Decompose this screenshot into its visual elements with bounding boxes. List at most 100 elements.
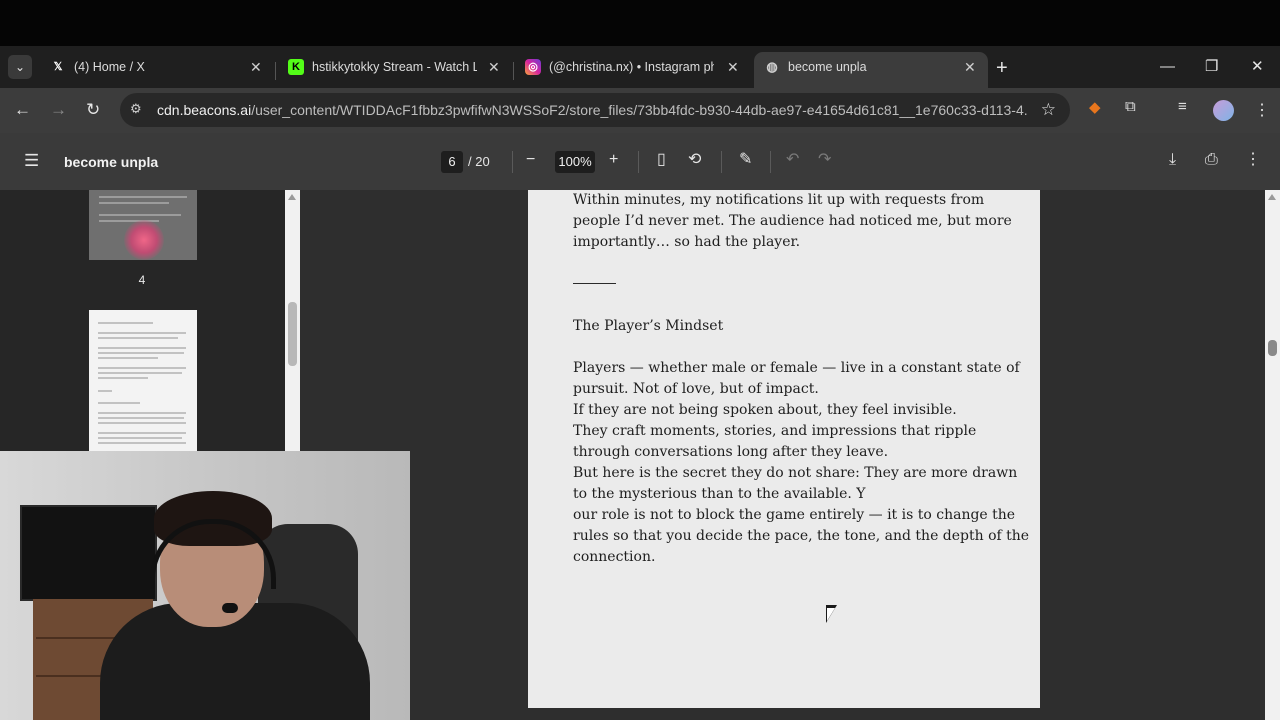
annotate-pen-icon[interactable]: ✎ [739, 150, 752, 170]
microphone-icon [222, 603, 238, 613]
page-text-line: But here is the secret they do not share… [573, 465, 1018, 481]
pdf-toolbar-divider [721, 151, 722, 173]
tab-search-chevron-icon[interactable]: ⌄ [8, 55, 32, 79]
thumbnail-text-line [98, 372, 182, 374]
forward-arrow-icon[interactable]: → [50, 100, 67, 120]
thumbnail-text-line [98, 422, 186, 424]
thumbnail-text-line [98, 322, 153, 324]
page-thumbnail-5[interactable] [89, 310, 197, 451]
thumbnail-text-line [98, 347, 186, 349]
thumbnail-text-line [98, 352, 184, 354]
page-text-line: pursuit. Not of love, but of impact. [573, 381, 819, 397]
rotate-icon[interactable]: ⟲ [688, 150, 701, 170]
page-text-line: importantly… so had the player. [573, 234, 801, 250]
thumbnail-text-line [98, 377, 148, 379]
reload-icon[interactable]: ↻ [86, 100, 100, 120]
address-url[interactable]: cdn.beacons.ai/user_content/WTIDDAcF1fbb… [157, 102, 1027, 118]
tab-x-home[interactable]: 𝕏 (4) Home / X ✕ [40, 52, 270, 88]
minimize-icon[interactable]: — [1160, 58, 1175, 76]
metamask-fox-icon[interactable]: ◆ [1089, 98, 1101, 116]
page-total: / 20 [468, 154, 490, 169]
thumbnail-pink-glow [124, 220, 164, 260]
bookmark-star-icon[interactable]: ☆ [1041, 100, 1056, 120]
kick-logo-icon: K [288, 59, 304, 75]
tab-title: hstikkytokky Stream - Watch Li [312, 60, 477, 74]
profile-avatar[interactable] [1213, 100, 1234, 121]
thumbnail-text-line [98, 417, 184, 419]
close-tab-icon[interactable]: ✕ [964, 52, 976, 82]
close-tab-icon[interactable]: ✕ [727, 52, 739, 82]
webcam-tv [20, 505, 157, 601]
thumbnail-text-line [98, 332, 186, 334]
thumbnail-text-line [98, 402, 140, 404]
thumbnail-page-label: 4 [138, 273, 146, 287]
section-heading: The Player’s Mindset [573, 318, 724, 334]
close-tab-icon[interactable]: ✕ [250, 52, 262, 82]
section-divider [573, 283, 616, 284]
tab-strip: ⌄ 𝕏 (4) Home / X ✕ K hstikkytokky Stream… [0, 46, 1280, 88]
pdf-toolbar-divider [770, 151, 771, 173]
tab-title: become unpla [788, 60, 867, 74]
page-text-line: Within minutes, my notifications lit up … [573, 192, 985, 208]
new-tab-icon[interactable]: + [996, 58, 1008, 78]
address-bar[interactable]: ⚙ cdn.beacons.ai/user_content/WTIDDAcF1f… [120, 93, 1070, 127]
webcam-overlay [0, 451, 410, 720]
mouse-cursor-icon [826, 605, 837, 623]
page-thumbnail-4[interactable] [89, 190, 197, 260]
tab-become-unpla[interactable]: ◍ become unpla ✕ [754, 52, 988, 88]
thumbnail-text-line [99, 196, 187, 198]
fit-page-icon[interactable]: ▯ [657, 150, 666, 170]
pdf-toolbar-divider [512, 151, 513, 173]
page-text-line: our role is not to block the game entire… [573, 507, 1016, 523]
thumbnail-text-line [98, 390, 112, 392]
tab-kick-stream[interactable]: K hstikkytokky Stream - Watch Li ✕ [278, 52, 508, 88]
tab-title: (4) Home / X [74, 60, 145, 74]
scrollbar-thumb[interactable] [288, 302, 297, 366]
close-window-icon[interactable]: ✕ [1251, 58, 1264, 76]
tab-divider [513, 62, 514, 80]
page-scrollbar[interactable] [1265, 190, 1280, 720]
site-info-icon[interactable]: ⚙ [130, 101, 142, 117]
zoom-in-icon[interactable]: + [609, 150, 618, 170]
print-icon[interactable]: ⎙ [1205, 150, 1218, 170]
tab-title: (@christina.nx) • Instagram pho [549, 60, 714, 74]
page-text-line: rules so that you decide the pace, the t… [573, 528, 1030, 544]
pdf-toolbar-divider [638, 151, 639, 173]
page-number-input[interactable]: 6 [441, 151, 463, 173]
scroll-up-arrow-icon[interactable] [1268, 194, 1276, 200]
page-text-line: They craft moments, stories, and impress… [573, 423, 977, 439]
pdf-more-menu-icon[interactable]: ⋮ [1245, 150, 1261, 170]
page-text-line: through conversations long after they le… [573, 444, 889, 460]
screen-top-black-bar [0, 0, 1280, 46]
page-text-line: to the mysterious than to the available.… [573, 486, 866, 502]
thumbnail-text-line [98, 412, 186, 414]
tab-instagram[interactable]: ◎ (@christina.nx) • Instagram pho ✕ [515, 52, 750, 88]
page-text-line: Players — whether male or female — live … [573, 360, 1020, 376]
browser-menu-icon[interactable]: ⋮ [1254, 100, 1270, 120]
pdf-toolbar: ☰ become unpla 6 / 20 − 100% + ▯ ⟲ ✎ ↶ ↷… [0, 133, 1280, 190]
media-controls-icon[interactable]: ≡ [1178, 98, 1187, 115]
redo-icon[interactable]: ↷ [818, 150, 831, 170]
thumbnail-text-line [98, 437, 182, 439]
thumbnail-text-line [98, 337, 178, 339]
tab-divider [275, 62, 276, 80]
thumbnail-text-line [98, 367, 186, 369]
back-arrow-icon[interactable]: ← [14, 100, 31, 120]
browser-toolbar: ← → ↻ ⚙ cdn.beacons.ai/user_content/WTID… [0, 88, 1280, 133]
zoom-level-input[interactable]: 100% [555, 151, 595, 173]
extensions-puzzle-icon[interactable]: ⧉ [1125, 98, 1136, 115]
close-tab-icon[interactable]: ✕ [488, 52, 500, 82]
undo-icon[interactable]: ↶ [786, 150, 799, 170]
restore-icon[interactable]: ❐ [1205, 58, 1218, 76]
scrollbar-thumb[interactable] [1268, 340, 1277, 356]
zoom-out-icon[interactable]: − [526, 150, 535, 170]
instagram-logo-icon: ◎ [525, 59, 541, 75]
download-icon[interactable]: ⤓ [1169, 150, 1176, 170]
scroll-up-arrow-icon[interactable] [288, 194, 296, 200]
pdf-page: Within minutes, my notifications lit up … [528, 190, 1040, 708]
page-text-line: connection. [573, 549, 656, 565]
thumbnail-text-line [99, 214, 181, 216]
pdf-sidebar-menu-icon[interactable]: ☰ [24, 151, 39, 171]
x-logo-icon: 𝕏 [53, 61, 63, 73]
thumbnail-text-line [99, 202, 169, 204]
